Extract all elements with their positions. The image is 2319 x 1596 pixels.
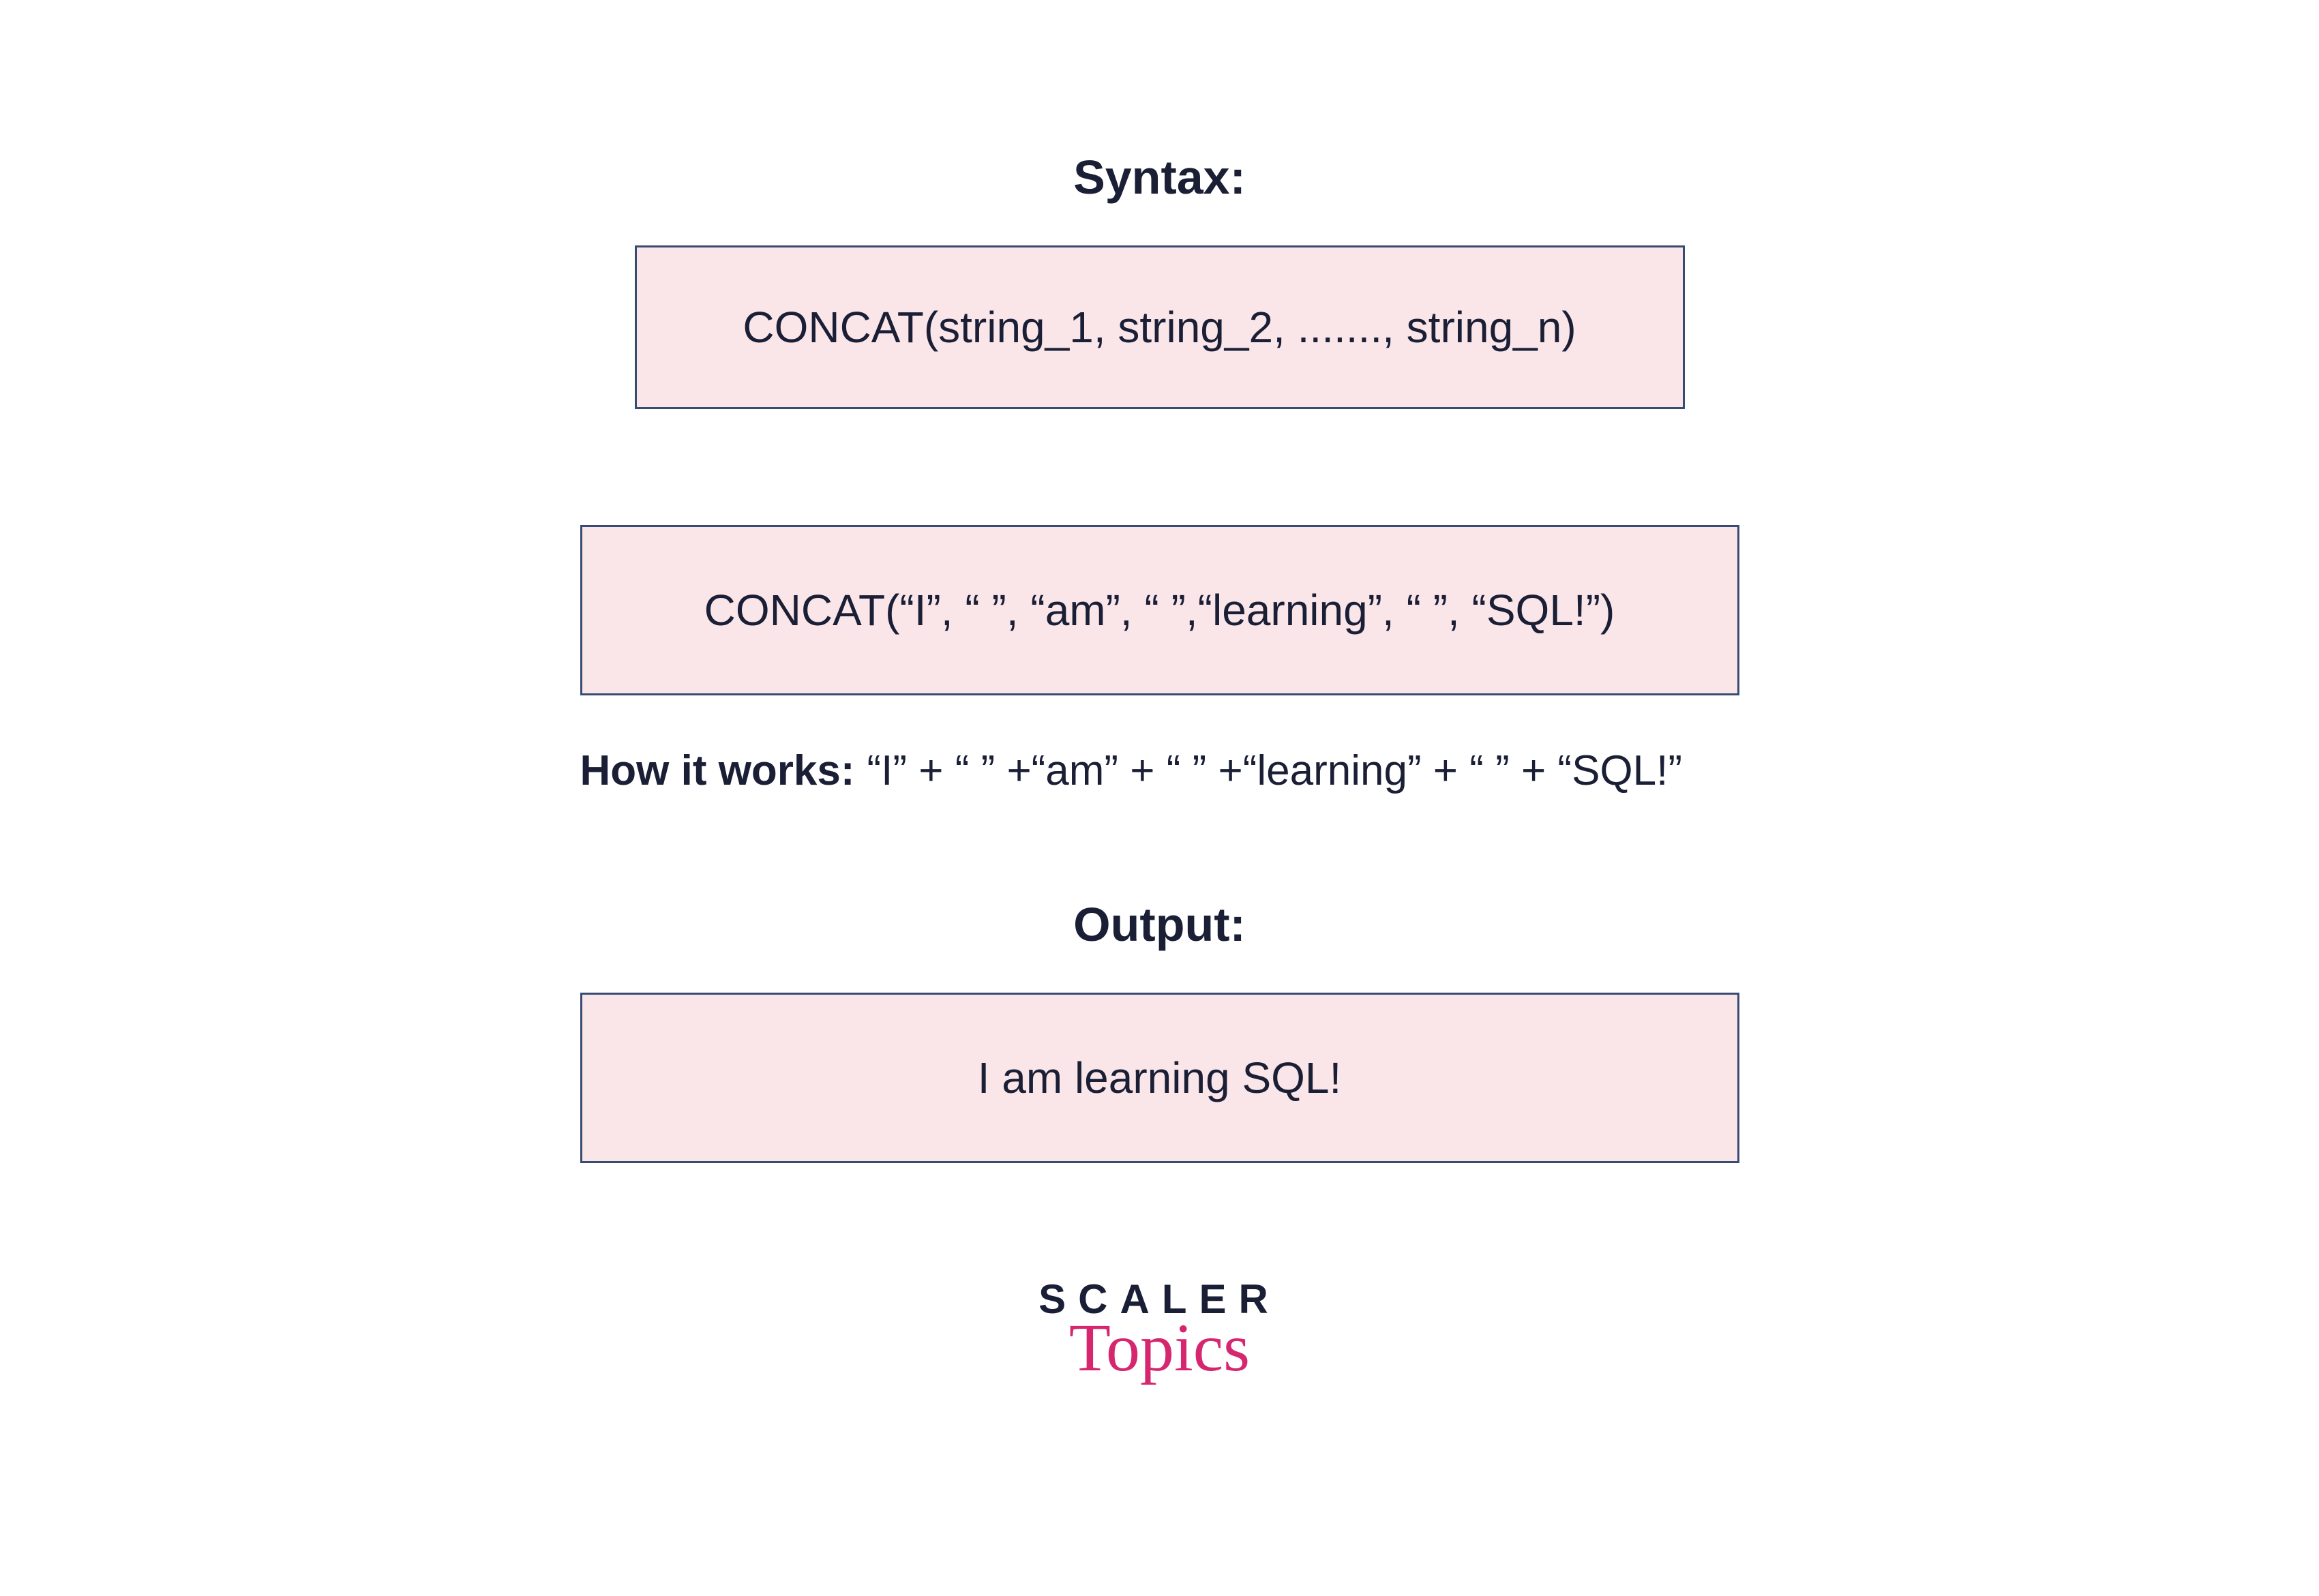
how-it-works-label: How it works:	[580, 747, 855, 795]
syntax-code-text: CONCAT(string_1, string_2, ......., stri…	[743, 302, 1576, 352]
output-box: I am learning SQL!	[580, 993, 1739, 1163]
syntax-code-box: CONCAT(string_1, string_2, ......., stri…	[635, 245, 1685, 409]
example-code-text: CONCAT(“I”, “ ”, “am”, “ ”,“learning”, “…	[704, 585, 1615, 635]
how-it-works-expression: “I” + “ ” +“am” + “ ” +“learning” + “ ” …	[867, 747, 1682, 795]
scaler-topics-logo: SCALER Topics	[1038, 1279, 1281, 1379]
output-result-text: I am learning SQL!	[978, 1053, 1342, 1103]
syntax-heading: Syntax:	[1073, 150, 1246, 205]
how-it-works-line: How it works: “I” + “ ” +“am” + “ ” +“le…	[580, 747, 1739, 795]
output-heading: Output:	[1073, 897, 1246, 952]
logo-topics-text: Topics	[1069, 1317, 1250, 1379]
example-code-box: CONCAT(“I”, “ ”, “am”, “ ”,“learning”, “…	[580, 525, 1739, 695]
